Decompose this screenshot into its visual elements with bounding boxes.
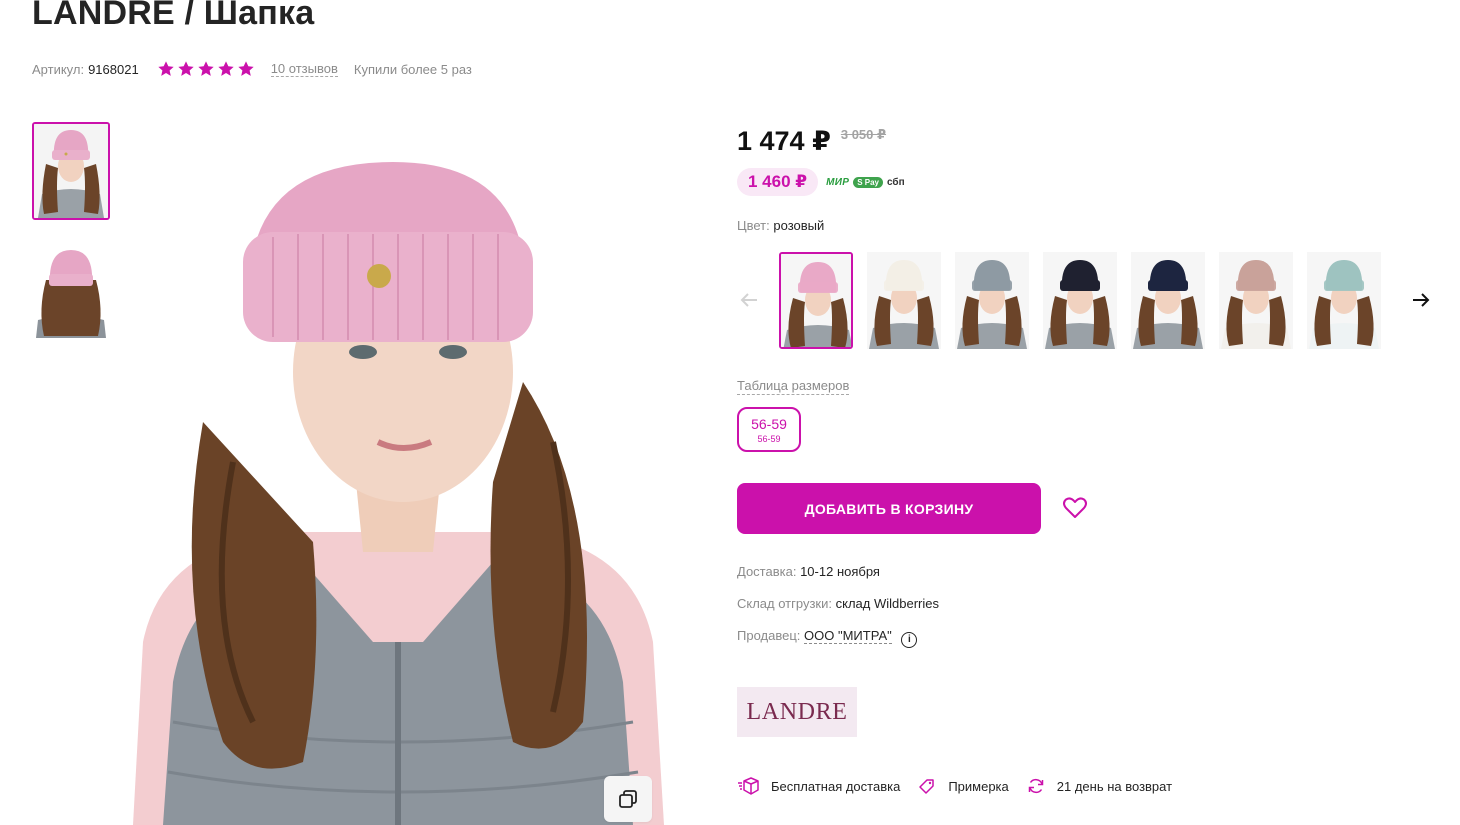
spay-logo: S Pay bbox=[853, 176, 883, 188]
current-price: 1 474 ₽ bbox=[737, 126, 831, 156]
card-price: 1 460 ₽ bbox=[737, 168, 819, 196]
article-number: 9168021 bbox=[88, 61, 139, 77]
thumbnail-list bbox=[32, 122, 112, 358]
seller-info: Продавец: ООО "МИТРА" i bbox=[737, 628, 918, 648]
fitting-label: Примерка bbox=[948, 778, 1009, 794]
star-icon bbox=[238, 61, 254, 76]
model-photo-main bbox=[133, 122, 664, 825]
arrow-right-icon bbox=[1413, 293, 1430, 307]
star-icon bbox=[178, 61, 194, 76]
color-option-photo bbox=[1131, 252, 1205, 349]
heart-icon bbox=[1063, 497, 1087, 518]
size-option-56-59[interactable]: 56-59 56-59 bbox=[737, 407, 801, 452]
color-label-text: Цвет: bbox=[737, 218, 770, 233]
product-title: LANDRE / Шапка bbox=[32, 0, 315, 32]
size-value: 56-59 bbox=[751, 416, 787, 432]
article-label: Артикул: bbox=[32, 61, 85, 77]
box-icon bbox=[738, 777, 759, 795]
rating-stars bbox=[157, 60, 255, 78]
sbp-logo: сбп bbox=[886, 176, 905, 188]
price-block: 1 474 ₽ 3 050 ₽ bbox=[737, 124, 886, 158]
color-option-beige[interactable] bbox=[1219, 252, 1293, 349]
color-option-photo bbox=[1219, 252, 1293, 349]
card-price-block: 1 460 ₽ МИР S Pay сбп bbox=[737, 168, 905, 196]
add-to-cart-button[interactable]: ДОБАВИТЬ В КОРЗИНУ bbox=[737, 483, 1041, 534]
reviews-link[interactable]: 10 отзывов bbox=[270, 61, 338, 77]
product-meta: Артикул: 9168021 10 отзывов Купили более… bbox=[32, 60, 472, 78]
color-option-photo bbox=[955, 252, 1029, 349]
seller-label: Продавец: bbox=[737, 628, 801, 643]
star-icon bbox=[158, 61, 174, 76]
color-next-button[interactable] bbox=[1409, 286, 1433, 314]
brand-logo-text: LANDRE bbox=[746, 698, 848, 725]
info-icon[interactable]: i bbox=[901, 632, 918, 648]
tag-icon bbox=[919, 779, 935, 794]
color-option-grey[interactable] bbox=[955, 252, 1029, 349]
favorite-button[interactable] bbox=[1062, 495, 1088, 521]
color-value: розовый bbox=[773, 218, 825, 233]
star-icon bbox=[198, 61, 214, 76]
feature-free-delivery: Бесплатная доставка bbox=[737, 777, 900, 795]
feature-fitting: Примерка bbox=[918, 777, 1009, 795]
color-prev-button[interactable] bbox=[737, 286, 761, 314]
brand-logo[interactable]: LANDRE bbox=[737, 687, 857, 737]
thumbnail-back[interactable] bbox=[32, 240, 110, 338]
return-label: 21 день на возврат bbox=[1056, 778, 1173, 794]
star-icon bbox=[218, 61, 234, 76]
payment-logos: МИР S Pay сбп bbox=[826, 176, 905, 188]
mir-logo: МИР bbox=[826, 176, 850, 188]
color-option-black[interactable] bbox=[1043, 252, 1117, 349]
size-table-link[interactable]: Таблица размеров bbox=[737, 378, 850, 395]
seller-link[interactable]: ООО "МИТРА" bbox=[804, 628, 892, 644]
free-delivery-label: Бесплатная доставка bbox=[771, 778, 901, 794]
bought-count: Купили более 5 раз bbox=[353, 61, 472, 77]
color-picker bbox=[737, 252, 1437, 352]
similar-button[interactable] bbox=[604, 776, 652, 822]
feature-return: 21 день на возврат bbox=[1027, 777, 1172, 795]
delivery-label: Доставка: bbox=[737, 564, 797, 579]
copy-icon bbox=[619, 790, 637, 808]
color-option-photo bbox=[1043, 252, 1117, 349]
thumbnail-front[interactable] bbox=[32, 122, 110, 220]
model-photo-thumb-front bbox=[34, 124, 108, 218]
main-product-photo[interactable] bbox=[133, 122, 664, 825]
delivery-value: 10-12 ноября bbox=[800, 564, 880, 579]
feature-list: Бесплатная доставка Примерка 21 день на … bbox=[737, 777, 1190, 795]
color-option-pink[interactable] bbox=[779, 252, 853, 349]
model-photo-thumb-back bbox=[32, 240, 110, 338]
warehouse-label: Склад отгрузки: bbox=[737, 596, 832, 611]
warehouse-info: Склад отгрузки: склад Wildberries bbox=[737, 596, 939, 611]
add-to-cart-label: ДОБАВИТЬ В КОРЗИНУ bbox=[804, 500, 974, 517]
size-sub-value: 56-59 bbox=[757, 434, 781, 444]
old-price: 3 050 ₽ bbox=[840, 127, 887, 142]
color-label: Цвет: розовый bbox=[737, 218, 824, 233]
arrow-left-icon bbox=[740, 293, 757, 307]
refresh-icon bbox=[1028, 778, 1043, 794]
color-option-cream[interactable] bbox=[867, 252, 941, 349]
warehouse-value: склад Wildberries bbox=[835, 596, 939, 611]
color-option-photo bbox=[867, 252, 941, 349]
color-option-navy[interactable] bbox=[1131, 252, 1205, 349]
color-option-photo bbox=[1307, 252, 1381, 349]
color-option-mint[interactable] bbox=[1307, 252, 1381, 349]
color-option-photo bbox=[781, 254, 851, 347]
delivery-info: Доставка: 10-12 ноября bbox=[737, 564, 880, 579]
